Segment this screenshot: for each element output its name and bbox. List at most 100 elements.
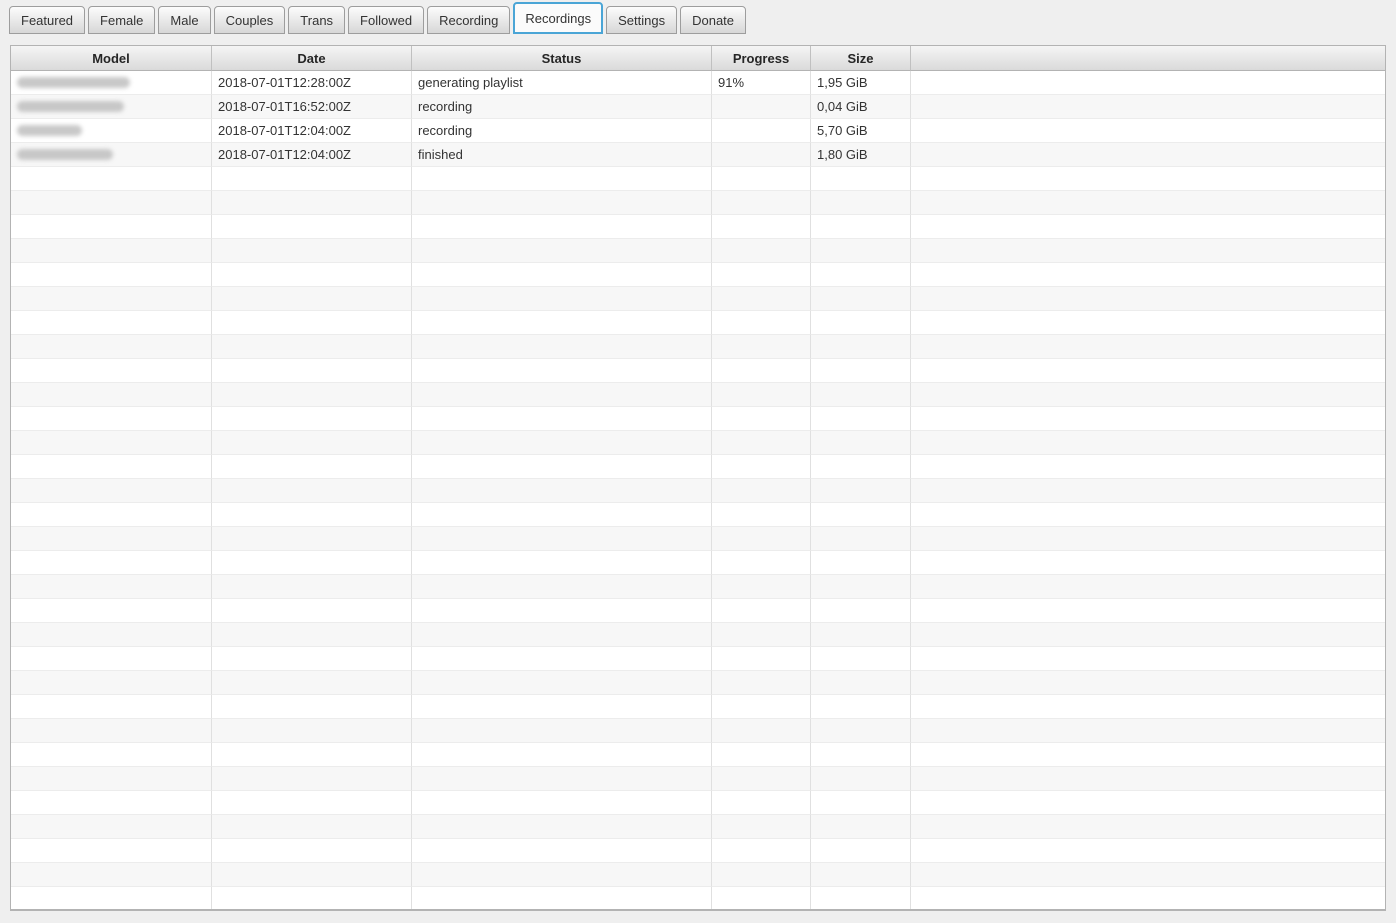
cell-date — [212, 191, 412, 215]
table-row-empty[interactable] — [11, 383, 1385, 407]
table-row-empty[interactable] — [11, 839, 1385, 863]
cell-model — [11, 383, 212, 407]
cell-progress — [712, 455, 811, 479]
table-row-empty[interactable] — [11, 215, 1385, 239]
cell-progress — [712, 863, 811, 887]
table-row-empty[interactable] — [11, 791, 1385, 815]
tab-label: Donate — [692, 13, 734, 28]
table-row-empty[interactable] — [11, 479, 1385, 503]
tab-featured[interactable]: Featured — [9, 6, 85, 34]
table-row-empty[interactable] — [11, 743, 1385, 767]
cell-status — [412, 839, 712, 863]
table-row-empty[interactable] — [11, 503, 1385, 527]
cell-model — [11, 335, 212, 359]
cell-model — [11, 887, 212, 909]
table-row-empty[interactable] — [11, 407, 1385, 431]
cell-date — [212, 743, 412, 767]
column-header[interactable] — [911, 46, 1385, 71]
column-header-progress[interactable]: Progress — [712, 46, 811, 71]
cell-progress — [712, 887, 811, 909]
cell-date — [212, 767, 412, 791]
cell-status — [412, 215, 712, 239]
table-row-empty[interactable] — [11, 863, 1385, 887]
cell-size: 0,04 GiB — [811, 95, 911, 119]
cell-model — [11, 671, 212, 695]
table-row-empty[interactable] — [11, 359, 1385, 383]
table-row-empty[interactable] — [11, 191, 1385, 215]
cell-filler — [911, 431, 1385, 455]
cell-model — [11, 863, 212, 887]
column-header-label: Model — [92, 51, 130, 66]
cell-progress — [712, 263, 811, 287]
cell-status — [412, 167, 712, 191]
column-header-status[interactable]: Status — [412, 46, 712, 71]
recordings-table: Model Date Status Progress Size 2018-07-… — [10, 45, 1386, 911]
table-row[interactable]: 2018-07-01T16:52:00Z recording 0,04 GiB — [11, 95, 1385, 119]
table-row-empty[interactable] — [11, 455, 1385, 479]
cell-model — [11, 95, 212, 119]
tab-couples[interactable]: Couples — [214, 6, 286, 34]
cell-size — [811, 479, 911, 503]
cell-status — [412, 647, 712, 671]
column-header-size[interactable]: Size — [811, 46, 911, 71]
table-row-empty[interactable] — [11, 815, 1385, 839]
table-row-empty[interactable] — [11, 695, 1385, 719]
cell-filler — [911, 551, 1385, 575]
cell-progress — [712, 743, 811, 767]
cell-size — [811, 623, 911, 647]
table-row-empty[interactable] — [11, 671, 1385, 695]
tab-followed[interactable]: Followed — [348, 6, 424, 34]
cell-status — [412, 383, 712, 407]
cell-model — [11, 599, 212, 623]
table-row[interactable]: 2018-07-01T12:04:00Z finished 1,80 GiB — [11, 143, 1385, 167]
tab-bar: Featured Female Male Couples Trans Follo… — [0, 0, 1396, 34]
table-row-empty[interactable] — [11, 287, 1385, 311]
cell-filler — [911, 791, 1385, 815]
redacted-model-name — [17, 149, 113, 160]
tab-recording[interactable]: Recording — [427, 6, 510, 34]
table-row[interactable]: 2018-07-01T12:28:00Z generating playlist… — [11, 71, 1385, 95]
table-row[interactable]: 2018-07-01T12:04:00Z recording 5,70 GiB — [11, 119, 1385, 143]
cell-model — [11, 647, 212, 671]
tab-label: Featured — [21, 13, 73, 28]
tab-male[interactable]: Male — [158, 6, 210, 34]
table-row-empty[interactable] — [11, 647, 1385, 671]
tab-label: Followed — [360, 13, 412, 28]
cell-filler — [911, 167, 1385, 191]
table-row-empty[interactable] — [11, 431, 1385, 455]
table-row-empty[interactable] — [11, 311, 1385, 335]
cell-size — [811, 671, 911, 695]
table-row-empty[interactable] — [11, 527, 1385, 551]
tab-label: Female — [100, 13, 143, 28]
cell-filler — [911, 743, 1385, 767]
table-row-empty[interactable] — [11, 575, 1385, 599]
table-row-empty[interactable] — [11, 767, 1385, 791]
table-row-empty[interactable] — [11, 599, 1385, 623]
cell-progress — [712, 503, 811, 527]
cell-size — [811, 719, 911, 743]
tab-settings[interactable]: Settings — [606, 6, 677, 34]
cell-filler — [911, 95, 1385, 119]
table-row-empty[interactable] — [11, 887, 1385, 909]
cell-status — [412, 623, 712, 647]
tab-trans[interactable]: Trans — [288, 6, 345, 34]
cell-date — [212, 599, 412, 623]
table-row-empty[interactable] — [11, 335, 1385, 359]
table-row-empty[interactable] — [11, 239, 1385, 263]
table-row-empty[interactable] — [11, 167, 1385, 191]
cell-size — [811, 191, 911, 215]
cell-size — [811, 575, 911, 599]
cell-progress — [712, 623, 811, 647]
column-header-date[interactable]: Date — [212, 46, 412, 71]
table-row-empty[interactable] — [11, 263, 1385, 287]
tab-recordings[interactable]: Recordings — [513, 2, 603, 34]
cell-date — [212, 551, 412, 575]
column-header-model[interactable]: Model — [11, 46, 212, 71]
cell-status — [412, 695, 712, 719]
tab-female[interactable]: Female — [88, 6, 155, 34]
cell-progress — [712, 359, 811, 383]
tab-donate[interactable]: Donate — [680, 6, 746, 34]
table-row-empty[interactable] — [11, 719, 1385, 743]
table-row-empty[interactable] — [11, 623, 1385, 647]
table-row-empty[interactable] — [11, 551, 1385, 575]
